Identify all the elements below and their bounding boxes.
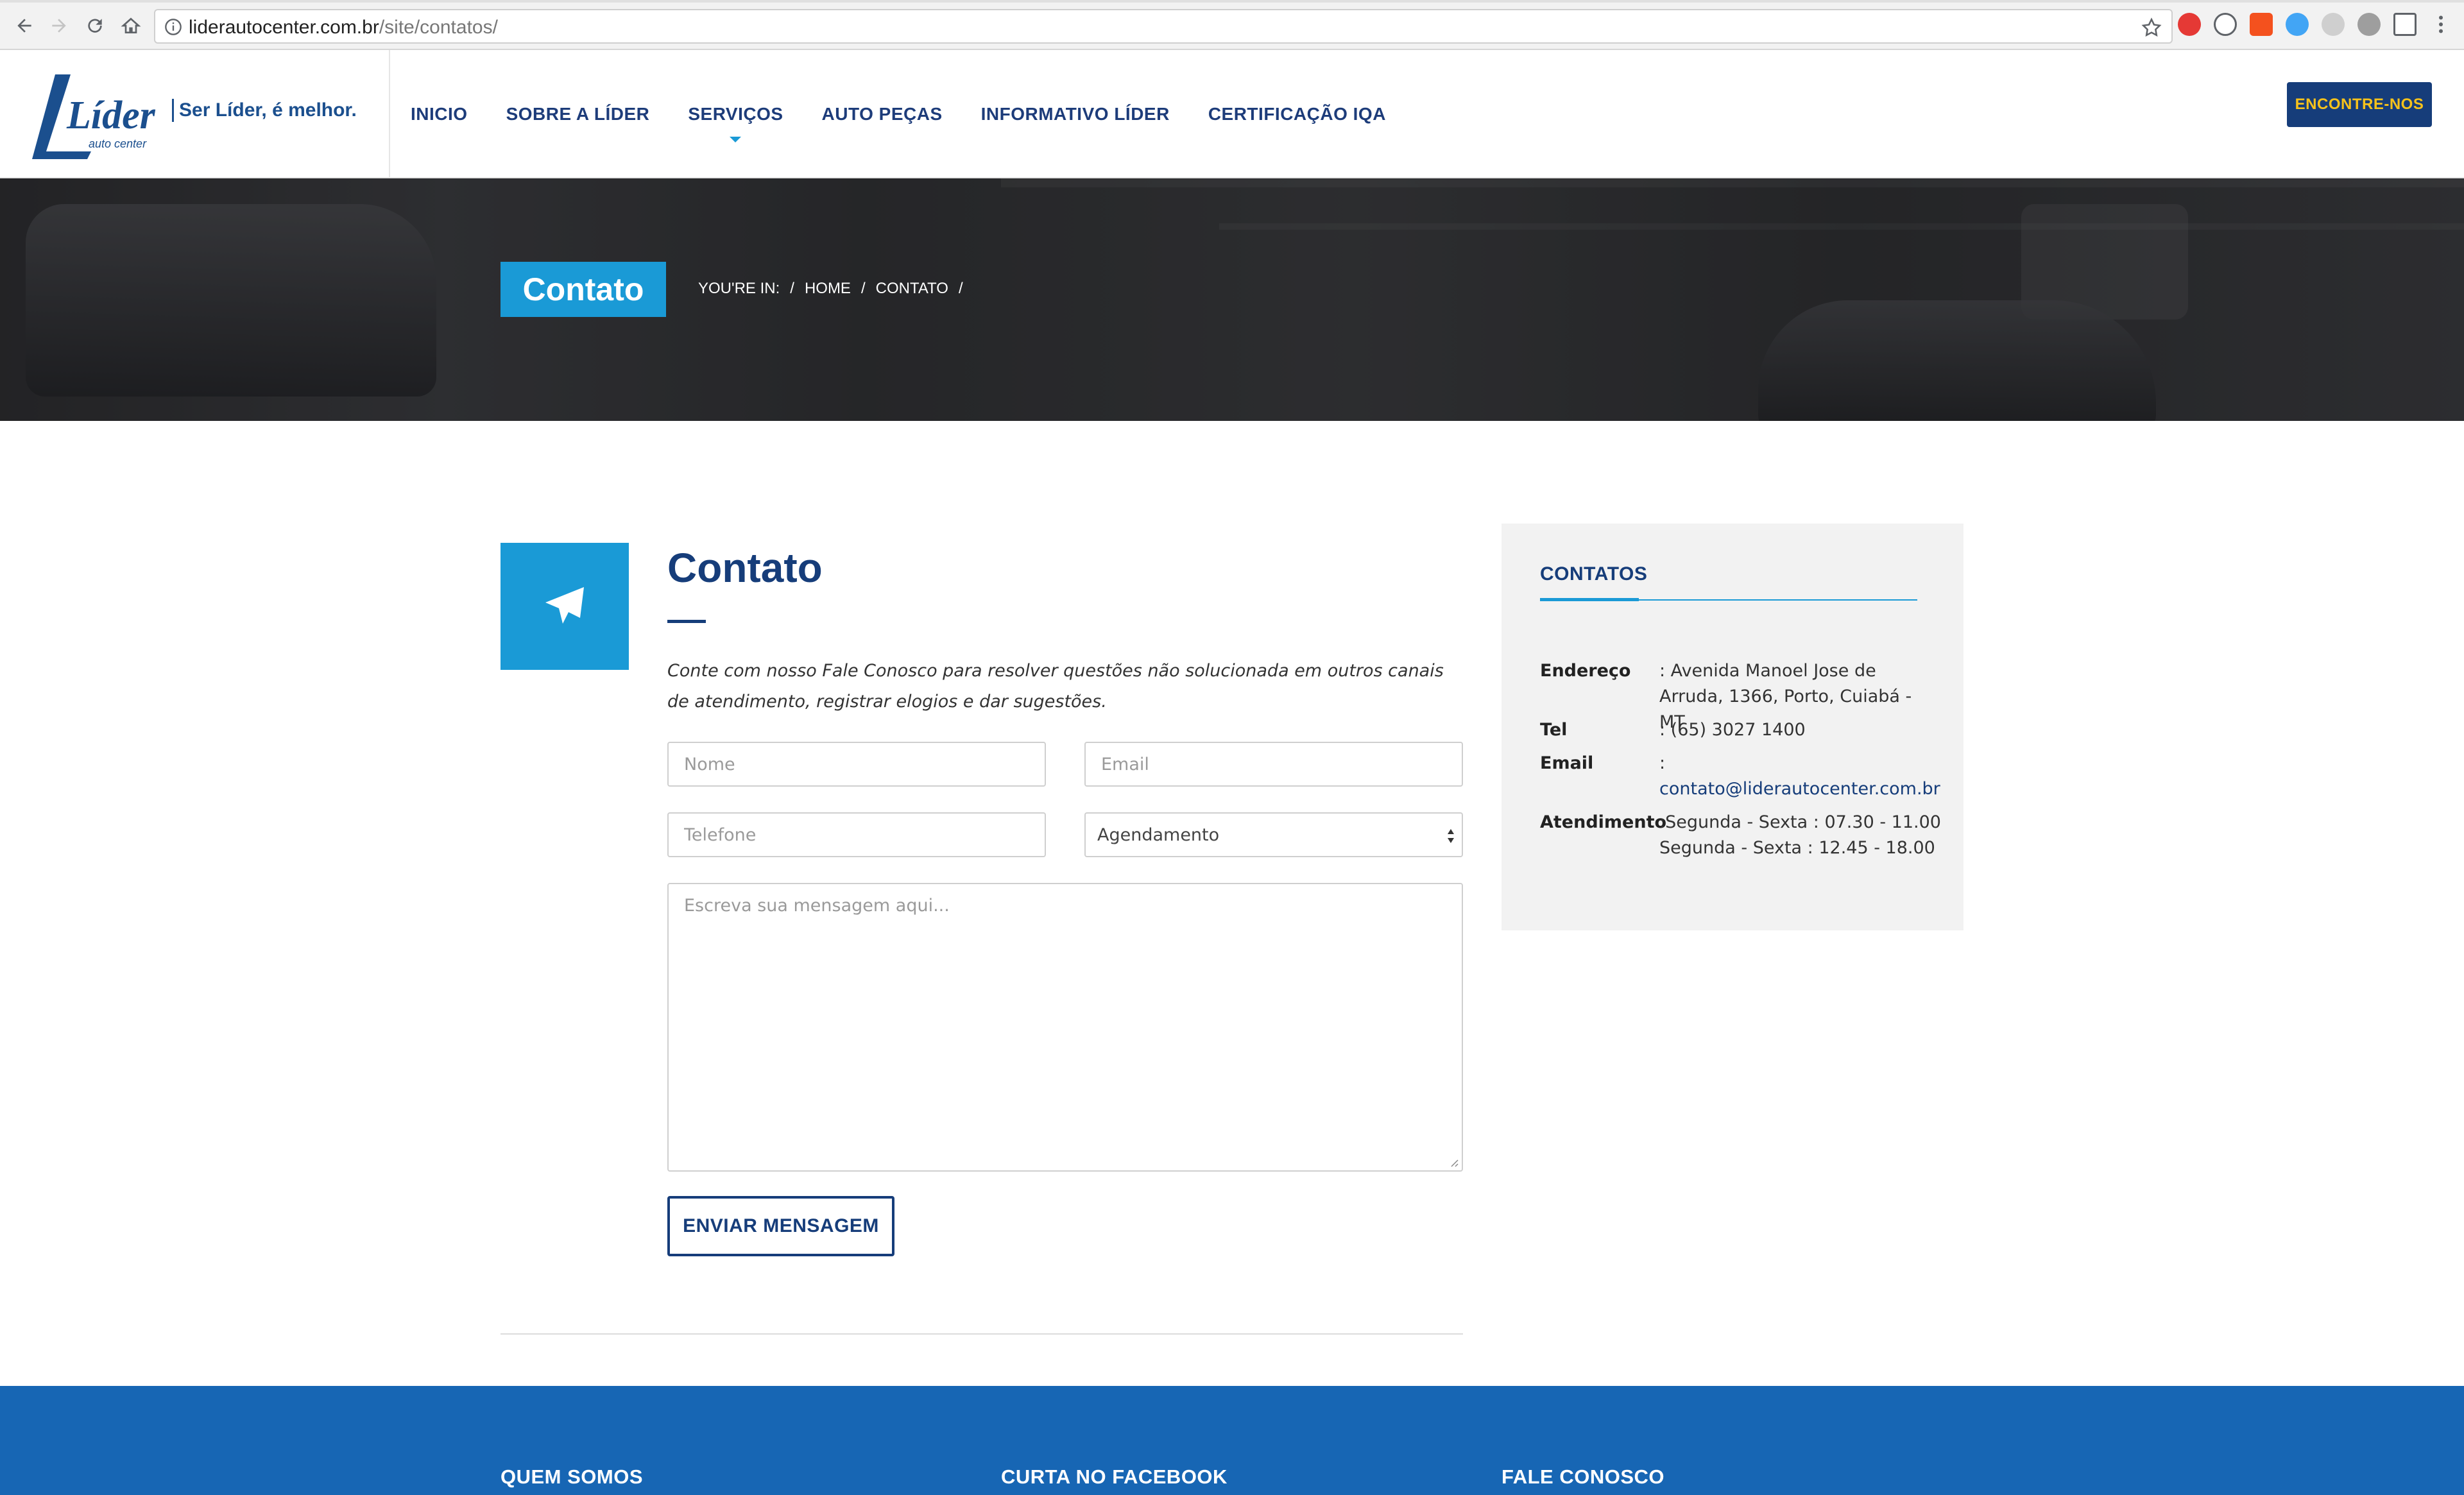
logo-area[interactable]: Líder auto center Ser Líder, é melhor. <box>0 50 390 178</box>
nav-auto-pecas[interactable]: AUTO PEÇAS <box>822 104 943 124</box>
breadcrumb-separator: / <box>860 280 866 297</box>
contacts-sidebar: CONTATOS Endereço : Avenida Manoel Jose … <box>1502 524 1964 930</box>
message-textarea[interactable] <box>669 884 1462 1170</box>
info-icon[interactable] <box>164 18 182 36</box>
name-input[interactable] <box>669 743 1045 785</box>
address-bar[interactable]: liderautocenter.com.br/site/contatos/ <box>154 9 2173 44</box>
main-nav: INICIO SOBRE A LÍDER SERVIÇOS AUTO PEÇAS… <box>411 50 1425 178</box>
nav-sobre[interactable]: SOBRE A LÍDER <box>506 104 650 124</box>
globe-extension-icon[interactable] <box>2286 13 2309 36</box>
sidebar-title: CONTATOS <box>1540 563 1648 585</box>
slogan: Ser Líder, é melhor. <box>172 99 357 122</box>
nav-informativo[interactable]: INFORMATIVO LÍDER <box>981 104 1170 124</box>
browser-toolbar: liderautocenter.com.br/site/contatos/ <box>0 0 2464 50</box>
breadcrumb: YOU'RE IN: / HOME / CONTATO / <box>698 280 973 298</box>
back-button[interactable] <box>12 13 37 38</box>
forward-arrow-icon <box>52 19 66 33</box>
select-arrows-icon <box>1448 829 1454 843</box>
hero-overlay <box>0 178 2464 421</box>
home-icon <box>121 17 141 33</box>
footer-heading-quem-somos: QUEM SOMOS <box>501 1465 644 1488</box>
dropdown-caret-icon <box>730 137 742 142</box>
name-field[interactable] <box>667 742 1046 787</box>
send-message-button[interactable]: ENVIAR MENSAGEM <box>667 1196 894 1256</box>
url-path: /site/contatos/ <box>379 17 498 38</box>
gray-extension-icon[interactable] <box>2322 13 2345 36</box>
site-footer: QUEM SOMOS CURTA NO FACEBOOK FALE CONOSC… <box>0 1386 2464 1495</box>
bookmark-star-icon[interactable] <box>2141 17 2162 38</box>
hours-line: Segunda - Sexta : 12.45 - 18.00 <box>1659 838 1935 858</box>
nav-certificacao[interactable]: CERTIFICAÇÃO IQA <box>1208 104 1386 124</box>
info-row-hours: Atendimento :Segunda - Sexta : 07.30 - 1… <box>1540 810 1942 861</box>
lider-logo[interactable]: Líder auto center <box>30 69 158 162</box>
info-value: : (65) 3027 1400 <box>1659 720 1806 740</box>
reload-icon <box>88 19 102 33</box>
message-field[interactable] <box>667 883 1463 1172</box>
svg-text:Líder: Líder <box>66 94 156 137</box>
reload-button[interactable] <box>82 13 108 38</box>
info-extension-icon[interactable] <box>2214 13 2237 36</box>
home-button[interactable] <box>118 13 144 38</box>
forward-button[interactable] <box>46 13 72 38</box>
intro-text: Conte com nosso Fale Conosco para resolv… <box>667 661 1444 712</box>
contact-icon-box <box>501 543 629 670</box>
email-input[interactable] <box>1086 743 1462 785</box>
footer-heading-fale-conosco: FALE CONOSCO <box>1502 1465 1665 1488</box>
tab-strip-edge <box>0 0 2464 3</box>
settings-extension-icon[interactable] <box>2357 13 2381 36</box>
subject-select[interactable]: Agendamento <box>1084 812 1463 857</box>
paper-plane-icon <box>545 587 584 624</box>
phone-field[interactable] <box>667 812 1046 857</box>
phone-input[interactable] <box>669 814 1045 856</box>
info-key: Tel <box>1540 720 1568 740</box>
cast-icon[interactable] <box>2393 13 2417 36</box>
encontre-nos-button[interactable]: ENCONTRE-NOS <box>2287 82 2432 127</box>
info-key: Atendimento <box>1540 812 1667 832</box>
office-extension-icon[interactable] <box>2250 13 2273 36</box>
page-title: Contato <box>667 545 823 591</box>
content-divider <box>501 1333 1463 1335</box>
url-host: liderautocenter.com.br <box>189 17 379 38</box>
nav-servicos-label: SERVIÇOS <box>688 104 783 124</box>
email-link[interactable]: contato@liderautocenter.com.br <box>1659 776 1942 802</box>
info-value: : contato@liderautocenter.com.br <box>1659 751 1942 802</box>
url-text[interactable]: liderautocenter.com.br/site/contatos/ <box>189 17 498 38</box>
info-value: :Segunda - Sexta : 07.30 - 11.00 Segunda… <box>1659 810 1942 861</box>
breadcrumb-separator: / <box>958 280 963 297</box>
breadcrumb-current[interactable]: CONTATO <box>876 280 948 298</box>
site-header: Líder auto center Ser Líder, é melhor. I… <box>0 50 2464 178</box>
page-hero: Contato YOU'RE IN: / HOME / CONTATO / <box>0 178 2464 421</box>
adblock-extension-icon[interactable] <box>2178 13 2201 36</box>
email-field[interactable] <box>1084 742 1463 787</box>
info-key: Email <box>1540 753 1594 773</box>
title-underline <box>667 620 706 623</box>
menu-dots-icon[interactable] <box>2429 13 2452 36</box>
hero-title: Contato <box>501 262 666 317</box>
footer-heading-facebook: CURTA NO FACEBOOK <box>1001 1465 1228 1488</box>
info-row-phone: Tel : (65) 3027 1400 <box>1540 717 1942 743</box>
info-row-email: Email : contato@liderautocenter.com.br <box>1540 751 1942 802</box>
sidebar-divider-accent <box>1540 598 1639 601</box>
nav-servicos[interactable]: SERVIÇOS <box>688 104 783 142</box>
subject-select-value: Agendamento <box>1097 824 1220 845</box>
back-arrow-icon <box>17 19 31 33</box>
breadcrumb-prefix: YOU'RE IN: <box>698 280 780 297</box>
breadcrumb-home[interactable]: HOME <box>805 280 851 298</box>
hours-line: :Segunda - Sexta : 07.30 - 11.00 <box>1659 812 1941 832</box>
info-value-prefix: : <box>1659 753 1666 773</box>
svg-text:auto center: auto center <box>89 137 147 150</box>
resize-grip-icon[interactable] <box>1448 1156 1459 1168</box>
nav-inicio[interactable]: INICIO <box>411 104 468 124</box>
breadcrumb-separator: / <box>790 280 794 297</box>
